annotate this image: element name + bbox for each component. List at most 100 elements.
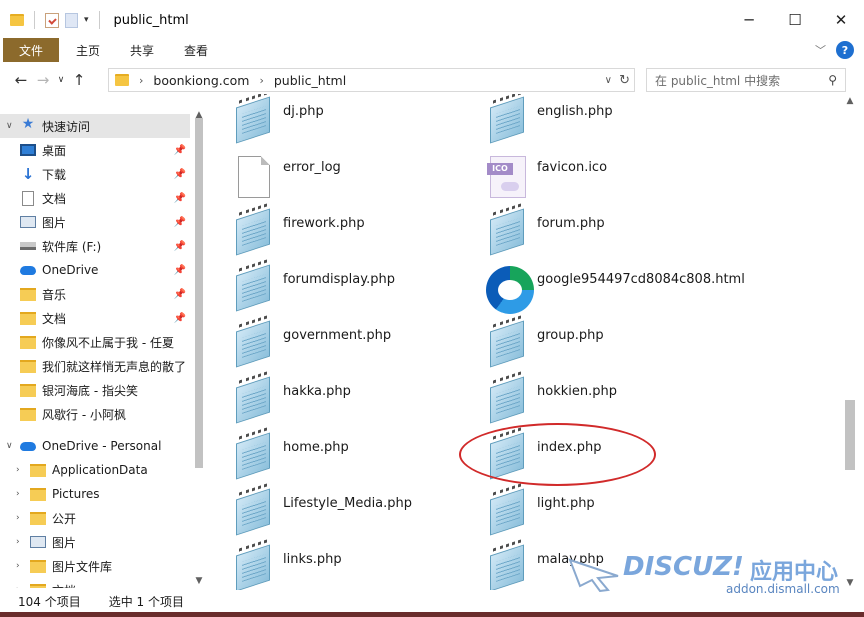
notepad-file-icon bbox=[230, 203, 276, 256]
nav-item-documents[interactable]: 文档 📌 bbox=[0, 186, 190, 210]
refresh-icon[interactable]: ↻ bbox=[619, 73, 630, 88]
expand-chevron-icon[interactable]: › bbox=[16, 537, 30, 547]
nav-item-folder[interactable]: 我们就这样悄无声息的散了 bbox=[0, 354, 190, 378]
folder-icon bbox=[30, 559, 46, 573]
folder-icon bbox=[30, 487, 46, 501]
nav-item-onedrive[interactable]: OneDrive 📌 bbox=[0, 258, 190, 282]
folder-icon bbox=[20, 383, 36, 397]
nav-onedrive-personal[interactable]: ∨ OneDrive - Personal bbox=[0, 434, 190, 458]
file-item[interactable]: group.php bbox=[462, 315, 712, 374]
document-icon bbox=[22, 190, 34, 206]
file-item[interactable]: error_log bbox=[208, 150, 458, 206]
notepad-file-icon bbox=[230, 483, 276, 536]
pin-icon: 📌 bbox=[173, 312, 186, 324]
nav-item-pictures[interactable]: 图片 📌 bbox=[0, 210, 190, 234]
nav-item-folder[interactable]: 你像风不止属于我 - 任夏 bbox=[0, 330, 190, 354]
item-count: 104 个项目 bbox=[18, 594, 81, 609]
pin-icon: 📌 bbox=[173, 240, 186, 252]
nav-quick-access[interactable]: ∨ ★ 快速访问 bbox=[0, 114, 190, 138]
file-item[interactable]: google954497cd8084c808.html bbox=[462, 262, 745, 318]
breadcrumb-public-html[interactable]: public_html bbox=[274, 73, 346, 88]
expand-chevron-icon[interactable]: › bbox=[16, 489, 30, 499]
scrollbar-thumb[interactable] bbox=[195, 118, 203, 468]
scrollbar-thumb[interactable] bbox=[845, 400, 855, 470]
collapse-chevron-icon[interactable]: ∨ bbox=[6, 121, 20, 131]
nav-item-picture-library[interactable]: › 图片文件库 bbox=[0, 554, 190, 578]
nav-item-folder[interactable]: 风歇行 - 小阿枫 bbox=[0, 402, 190, 426]
maximize-button[interactable]: ☐ bbox=[772, 0, 818, 40]
address-bar[interactable]: › boonkiong.com › public_html ∨ ↻ bbox=[108, 68, 635, 92]
file-item[interactable]: light.php bbox=[462, 483, 712, 542]
recent-locations-chevron-icon[interactable]: ∨ bbox=[54, 75, 68, 85]
expand-chevron-icon[interactable]: › bbox=[16, 585, 30, 588]
pin-icon: 📌 bbox=[173, 168, 186, 180]
nav-item-applicationdata[interactable]: › ApplicationData bbox=[0, 458, 190, 482]
folder-icon bbox=[30, 511, 46, 525]
scroll-down-icon[interactable]: ▼ bbox=[192, 576, 206, 586]
help-icon[interactable]: ? bbox=[836, 41, 854, 59]
nav-item-drive-f[interactable]: 软件库 (F:) 📌 bbox=[0, 234, 190, 258]
notepad-file-icon bbox=[230, 259, 276, 312]
nav-label: 文档 bbox=[42, 191, 67, 206]
breadcrumb-separator-icon[interactable]: › bbox=[139, 74, 143, 87]
file-item[interactable]: hokkien.php bbox=[462, 371, 712, 430]
up-button[interactable]: ↑ bbox=[68, 71, 90, 89]
file-item[interactable]: firework.php bbox=[208, 203, 458, 262]
nav-label: 你像风不止属于我 - 任夏 bbox=[42, 335, 174, 350]
nav-label: OneDrive bbox=[42, 263, 99, 277]
content-scrollbar[interactable]: ▲ ▼ bbox=[842, 94, 858, 590]
minimize-button[interactable]: ─ bbox=[726, 0, 772, 40]
notepad-file-icon bbox=[230, 315, 276, 368]
nav-item-docs-folder[interactable]: 文档 📌 bbox=[0, 306, 190, 330]
properties-icon[interactable] bbox=[45, 12, 59, 28]
file-item[interactable]: links.php bbox=[208, 539, 458, 590]
nav-item-od-pictures[interactable]: › 图片 bbox=[0, 530, 190, 554]
expand-ribbon-chevron-icon[interactable]: ﹀ bbox=[815, 42, 826, 58]
nav-label: 软件库 (F:) bbox=[42, 239, 102, 254]
expand-chevron-icon[interactable]: › bbox=[16, 561, 30, 571]
file-item[interactable]: government.php bbox=[208, 315, 458, 374]
tab-file[interactable]: 文件 bbox=[3, 38, 59, 62]
file-item[interactable]: home.php bbox=[208, 427, 458, 486]
notepad-file-icon bbox=[484, 371, 530, 424]
folder-icon bbox=[30, 583, 46, 588]
customize-toolbar-chevron-icon[interactable]: ▾ bbox=[84, 15, 89, 25]
navigation-scrollbar[interactable]: ▲ ▼ bbox=[192, 108, 206, 588]
quick-access-toolbar: ▾ bbox=[10, 11, 104, 29]
file-item[interactable]: english.php bbox=[462, 94, 712, 150]
new-folder-icon[interactable] bbox=[65, 12, 78, 28]
file-item[interactable]: forumdisplay.php bbox=[208, 259, 458, 318]
scroll-up-icon[interactable]: ▲ bbox=[842, 96, 858, 106]
nav-item-folder[interactable]: 银河海底 - 指尖笑 bbox=[0, 378, 190, 402]
address-dropdown-icon[interactable]: ∨ bbox=[605, 75, 612, 86]
pictures-icon bbox=[20, 216, 36, 228]
collapse-chevron-icon[interactable]: ∨ bbox=[6, 441, 20, 451]
tab-home[interactable]: 主页 bbox=[76, 42, 100, 59]
breadcrumb-separator-icon[interactable]: › bbox=[259, 74, 263, 87]
close-button[interactable]: ✕ bbox=[818, 0, 864, 40]
file-item[interactable]: Lifestyle_Media.php bbox=[208, 483, 458, 542]
ico-file-icon: ICO bbox=[484, 154, 530, 198]
file-name: dj.php bbox=[283, 104, 324, 119]
file-item[interactable]: ICO favicon.ico bbox=[462, 150, 712, 206]
tab-share[interactable]: 共享 bbox=[130, 42, 154, 59]
nav-item-desktop[interactable]: 桌面 📌 bbox=[0, 138, 190, 162]
forward-button[interactable]: → bbox=[32, 71, 54, 89]
nav-item-music[interactable]: 音乐 📌 bbox=[0, 282, 190, 306]
nav-item-public[interactable]: › 公开 bbox=[0, 506, 190, 530]
expand-chevron-icon[interactable]: › bbox=[16, 513, 30, 523]
tab-view[interactable]: 查看 bbox=[184, 42, 208, 59]
breadcrumb-boonkiong[interactable]: boonkiong.com bbox=[153, 73, 249, 88]
blank-file-icon bbox=[230, 154, 276, 198]
file-item[interactable]: hakka.php bbox=[208, 371, 458, 430]
file-name: Lifestyle_Media.php bbox=[283, 496, 413, 511]
nav-item-od-documents[interactable]: › 文档 bbox=[0, 578, 190, 588]
expand-chevron-icon[interactable]: › bbox=[16, 465, 30, 475]
nav-item-pictures-folder[interactable]: › Pictures bbox=[0, 482, 190, 506]
file-item[interactable]: dj.php bbox=[208, 94, 458, 150]
back-button[interactable]: ← bbox=[10, 71, 32, 89]
folder-icon bbox=[115, 74, 129, 86]
file-item[interactable]: forum.php bbox=[462, 203, 712, 262]
search-input[interactable]: 在 public_html 中搜索 ⚲ bbox=[646, 68, 846, 92]
nav-item-downloads[interactable]: ↓ 下载 📌 bbox=[0, 162, 190, 186]
